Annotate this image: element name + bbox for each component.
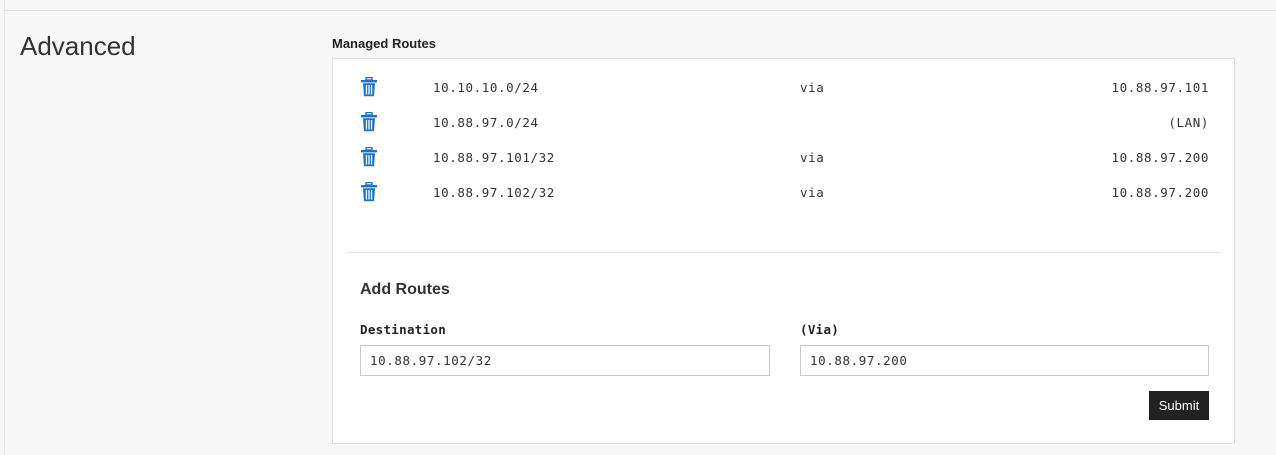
panel-divider	[348, 252, 1221, 253]
route-destination: 10.88.97.0/24	[433, 115, 539, 130]
trash-icon[interactable]	[360, 146, 378, 167]
route-row: 10.88.97.0/24 (LAN)	[333, 111, 1236, 135]
destination-label: Destination	[360, 322, 447, 337]
via-input[interactable]	[800, 345, 1209, 376]
route-row: 10.88.97.102/32 via 10.88.97.200	[333, 181, 1236, 205]
route-destination: 10.88.97.102/32	[433, 185, 555, 200]
route-destination: 10.88.97.101/32	[433, 150, 555, 165]
trash-icon[interactable]	[360, 181, 378, 202]
route-destination: 10.10.10.0/24	[433, 80, 539, 95]
destination-input[interactable]	[360, 345, 770, 376]
via-label: (Via)	[800, 322, 840, 337]
section-title: Advanced	[20, 31, 136, 61]
route-gateway: 10.88.97.101	[1111, 80, 1209, 95]
managed-routes-heading: Managed Routes	[332, 36, 437, 51]
trash-icon[interactable]	[360, 76, 378, 97]
route-row: 10.10.10.0/24 via 10.88.97.101	[333, 76, 1236, 100]
managed-routes-panel: 10.10.10.0/24 via 10.88.97.101 10.88.97.…	[332, 58, 1235, 444]
route-row: 10.88.97.101/32 via 10.88.97.200	[333, 146, 1236, 170]
route-gateway: 10.88.97.200	[1111, 185, 1209, 200]
add-routes-title: Add Routes	[360, 281, 450, 298]
route-gateway: 10.88.97.200	[1111, 150, 1209, 165]
submit-button[interactable]: Submit	[1149, 391, 1209, 420]
top-divider	[4, 10, 1276, 11]
route-via-label: via	[800, 80, 825, 95]
page: Advanced Managed Routes 10.10.10.0/24 vi…	[0, 0, 1276, 455]
trash-icon[interactable]	[360, 111, 378, 132]
route-gateway: (LAN)	[1168, 115, 1209, 130]
route-via-label: via	[800, 150, 825, 165]
route-via-label: via	[800, 185, 825, 200]
